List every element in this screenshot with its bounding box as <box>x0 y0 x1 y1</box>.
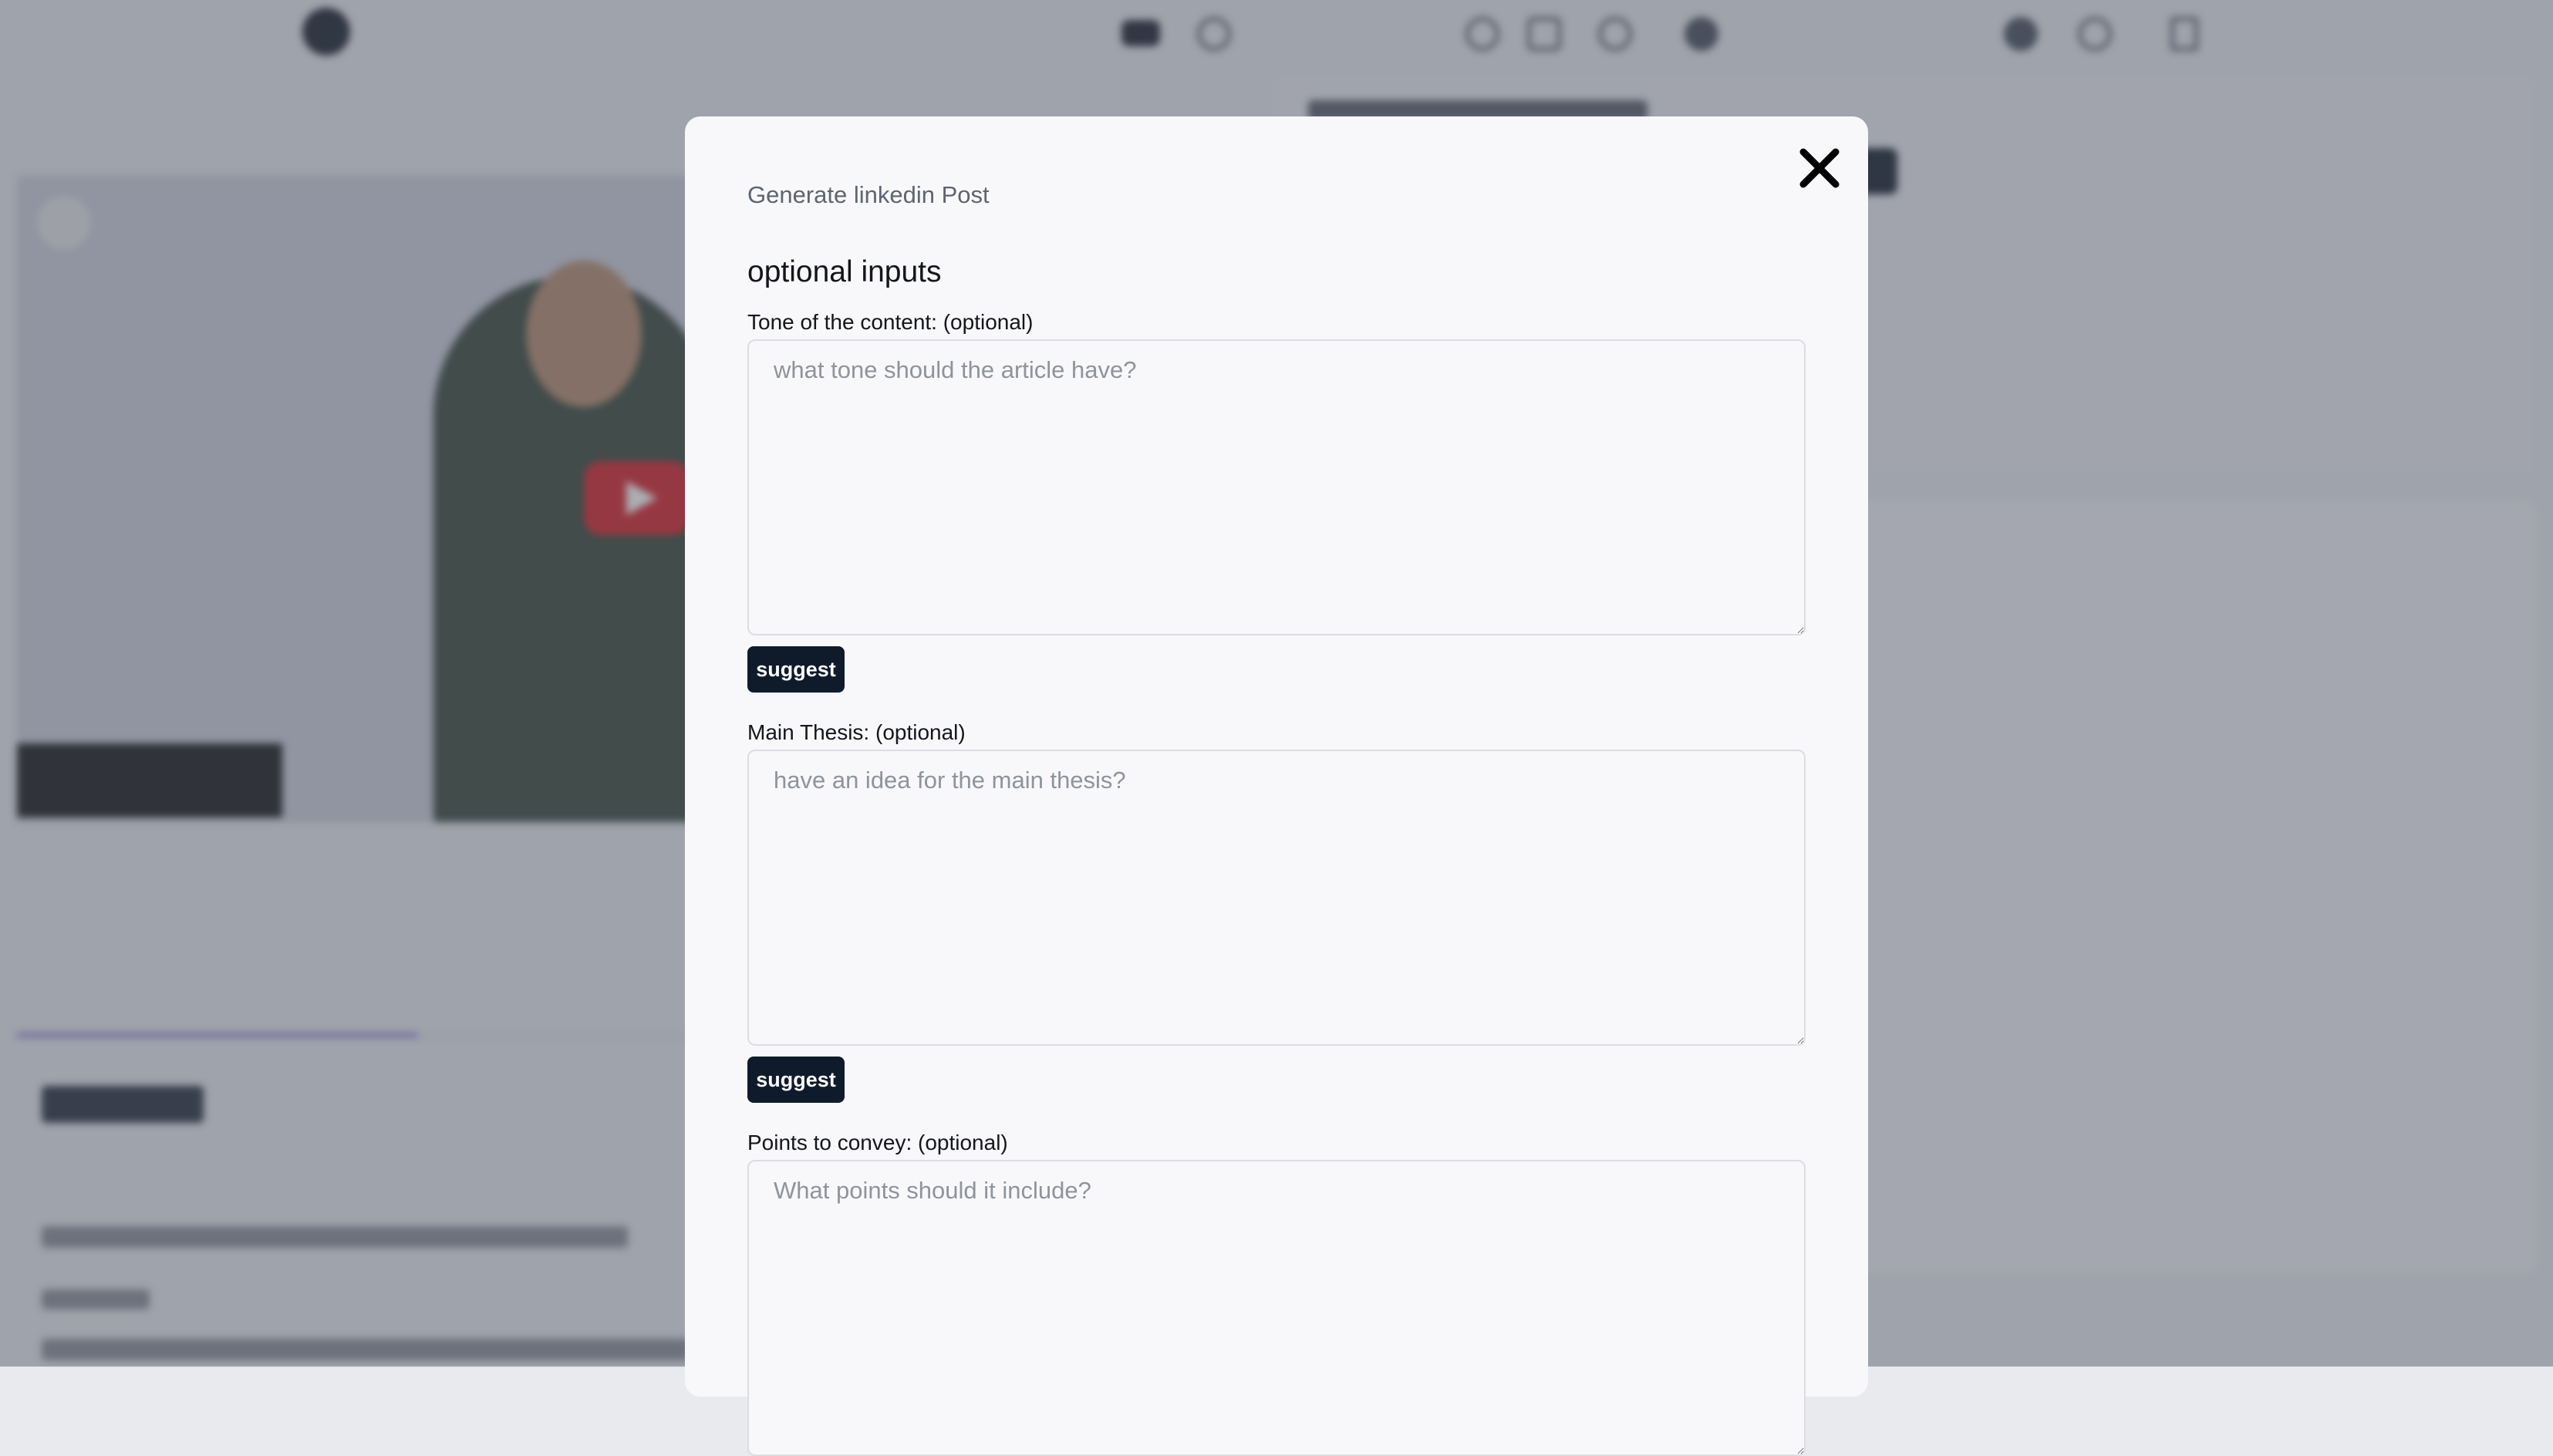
close-button[interactable] <box>1796 144 1843 192</box>
modal-title: Generate linkedin Post <box>747 181 990 208</box>
tone-label: Tone of the content: (optional) <box>747 310 1034 334</box>
tone-textarea[interactable] <box>747 339 1806 635</box>
main-thesis-label: Main Thesis: (optional) <box>747 720 966 744</box>
section-title: optional inputs <box>747 255 942 288</box>
generate-linkedin-post-modal: Generate linkedin Post optional inputs T… <box>685 116 1868 1456</box>
main-thesis-textarea[interactable] <box>747 750 1806 1046</box>
points-to-convey-label: Points to convey: (optional) <box>747 1131 1008 1154</box>
tone-suggest-button[interactable]: suggest <box>747 646 845 693</box>
points-to-convey-textarea[interactable] <box>747 1160 1806 1456</box>
close-icon <box>1799 148 1840 188</box>
main-thesis-suggest-button[interactable]: suggest <box>747 1057 845 1103</box>
